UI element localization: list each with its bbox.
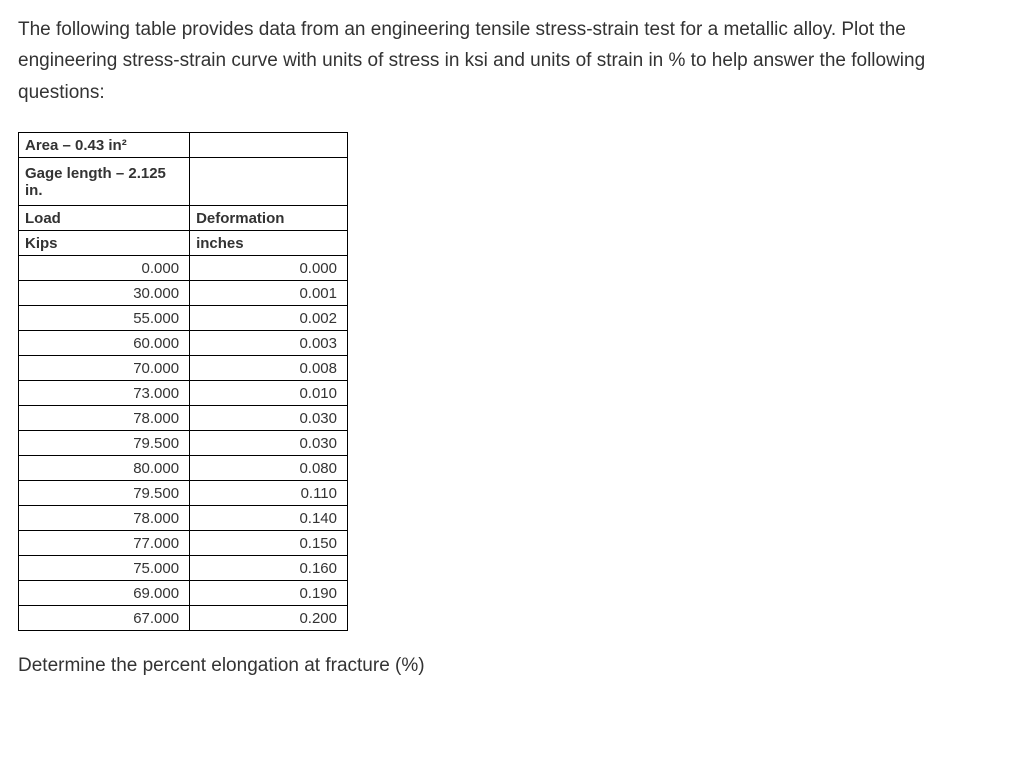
load-value: 78.000 (19, 406, 190, 431)
deformation-value: 0.140 (190, 506, 348, 531)
load-value: 73.000 (19, 381, 190, 406)
deformation-value: 0.150 (190, 531, 348, 556)
table-row: 0.0000.000 (19, 256, 348, 281)
deformation-value: 0.200 (190, 606, 348, 631)
load-value: 0.000 (19, 256, 190, 281)
load-value: 67.000 (19, 606, 190, 631)
kips-unit: Kips (19, 231, 190, 256)
deformation-value: 0.008 (190, 356, 348, 381)
deformation-value: 0.000 (190, 256, 348, 281)
table-row: 69.0000.190 (19, 581, 348, 606)
load-value: 75.000 (19, 556, 190, 581)
table-row: 30.0000.001 (19, 281, 348, 306)
table-row: 78.0000.140 (19, 506, 348, 531)
table-row: 73.0000.010 (19, 381, 348, 406)
empty-cell (190, 158, 348, 206)
table-row: 79.5000.030 (19, 431, 348, 456)
question-text: Determine the percent elongation at frac… (18, 655, 1006, 677)
table-row: 77.0000.150 (19, 531, 348, 556)
table-row: 55.0000.002 (19, 306, 348, 331)
deformation-value: 0.010 (190, 381, 348, 406)
table-row: 80.0000.080 (19, 456, 348, 481)
load-value: 80.000 (19, 456, 190, 481)
load-value: 60.000 (19, 331, 190, 356)
gage-cell: Gage length – 2.125 in. (19, 158, 190, 206)
table-row: 70.0000.008 (19, 356, 348, 381)
load-value: 55.000 (19, 306, 190, 331)
deformation-value: 0.030 (190, 431, 348, 456)
problem-intro: The following table provides data from a… (18, 14, 1006, 108)
table-row: 75.0000.160 (19, 556, 348, 581)
load-value: 79.500 (19, 481, 190, 506)
load-value: 69.000 (19, 581, 190, 606)
table-row: 60.0000.003 (19, 331, 348, 356)
deformation-value: 0.003 (190, 331, 348, 356)
area-cell: Area – 0.43 in² (19, 133, 190, 158)
inches-unit: inches (190, 231, 348, 256)
deformation-value: 0.030 (190, 406, 348, 431)
load-value: 77.000 (19, 531, 190, 556)
deformation-value: 0.160 (190, 556, 348, 581)
load-header: Load (19, 206, 190, 231)
table-row: 79.5000.110 (19, 481, 348, 506)
deformation-value: 0.001 (190, 281, 348, 306)
load-value: 78.000 (19, 506, 190, 531)
deformation-value: 0.190 (190, 581, 348, 606)
table-row: 67.0000.200 (19, 606, 348, 631)
load-value: 70.000 (19, 356, 190, 381)
deformation-value: 0.110 (190, 481, 348, 506)
deformation-value: 0.002 (190, 306, 348, 331)
table-row: 78.0000.030 (19, 406, 348, 431)
deformation-value: 0.080 (190, 456, 348, 481)
load-value: 79.500 (19, 431, 190, 456)
empty-cell (190, 133, 348, 158)
deformation-header: Deformation (190, 206, 348, 231)
load-value: 30.000 (19, 281, 190, 306)
data-table: Area – 0.43 in² Gage length – 2.125 in. … (18, 132, 348, 631)
